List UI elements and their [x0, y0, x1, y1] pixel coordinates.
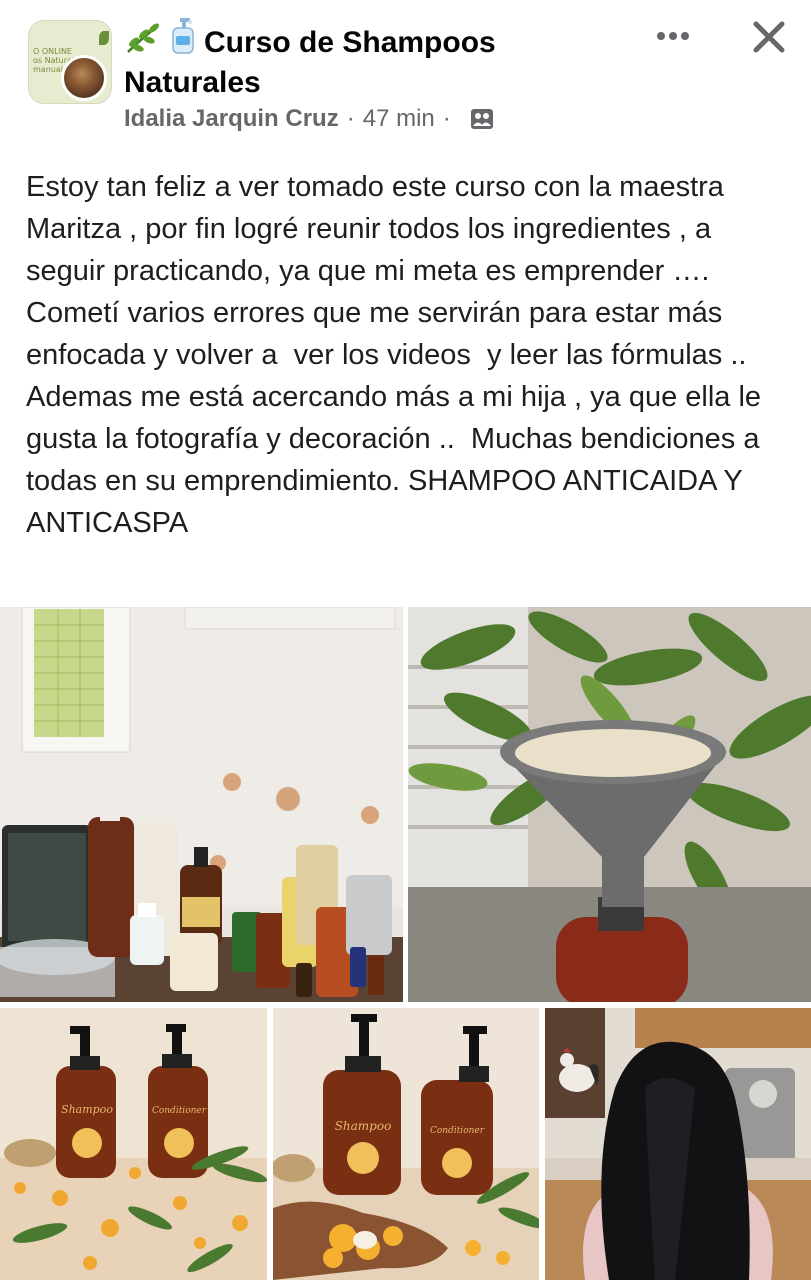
post-time[interactable]: 47 min [363, 103, 435, 135]
close-icon [753, 21, 785, 53]
photo-ingredients-table[interactable] [0, 607, 403, 1002]
conditioner-label-2: Conditioner [430, 1126, 485, 1136]
leaf-icon [99, 31, 109, 45]
author-avatar[interactable] [61, 55, 107, 101]
herb-icon [124, 22, 162, 64]
more-options-button[interactable] [648, 18, 698, 54]
post-meta: Idalia Jarquin Cruz · 47 min · [124, 103, 495, 135]
shampoo-label: Shampoo [61, 1103, 113, 1116]
soap-bottle-icon [168, 18, 198, 64]
meta-separator-2: · [442, 105, 451, 132]
meta-separator: · [346, 105, 355, 132]
photo-shampoo-conditioner-bottles[interactable]: Shampoo Conditioner [0, 1008, 267, 1280]
shampoo-label-2: Shampoo [335, 1119, 392, 1133]
photo-long-hair-result[interactable] [545, 1008, 811, 1280]
post-header: O ONLINE os Naturales manuales Curso de … [0, 0, 811, 150]
photo-bottles-with-flowers[interactable]: Shampoo Conditioner [273, 1008, 539, 1280]
more-horizontal-icon [657, 32, 689, 40]
author-name[interactable]: Idalia Jarquin Cruz [124, 103, 339, 135]
photo-funnel-bottle[interactable] [408, 607, 811, 1002]
group-title[interactable]: Curso de Shampoos Naturales [124, 18, 624, 102]
group-avatar[interactable]: O ONLINE os Naturales manuales [28, 20, 112, 104]
conditioner-label: Conditioner [152, 1106, 207, 1116]
post-body-text: Estoy tan feliz a ver tomado este curso … [26, 171, 770, 539]
close-button[interactable] [744, 12, 794, 62]
group-audience-icon [469, 106, 495, 132]
